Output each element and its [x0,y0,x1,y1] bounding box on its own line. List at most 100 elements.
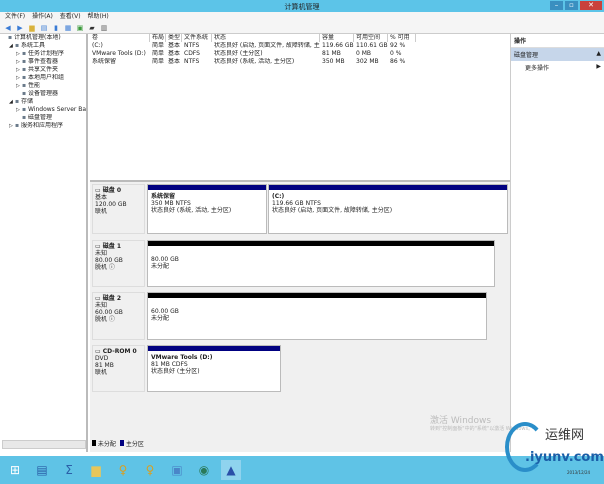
partition-bar [148,346,280,351]
tree-item[interactable]: ▷ ▪ 任务计划程序 [0,50,86,58]
tree-item[interactable]: ▪ 设备管理器 [0,90,86,98]
tree-horizontal-scrollbar[interactable] [2,440,86,449]
disk-label[interactable]: ▭ 磁盘 0 基本 120.00 GB 联机 [92,184,145,234]
folder-icon[interactable]: ▆ [28,24,36,32]
volume-cell: 基本 [168,50,181,57]
tree-item[interactable]: ▷ ▪ 服务和应用程序 [0,122,86,130]
disk-tool-icon[interactable]: ♀ [113,460,133,480]
properties-icon[interactable]: ▣ [76,24,84,32]
legend-primary: 主分区 [119,440,144,449]
partition-primary[interactable]: VMware Tools (D:) 81 MB CDFS 状态良好 (主分区) [147,345,281,392]
volume-cell: 简单 [152,50,165,57]
column-header[interactable]: 卷 [90,34,150,42]
server-manager-icon[interactable]: ▤ [32,460,52,480]
volume-cell: 119.66 GB [322,42,354,49]
column-header[interactable]: 布局 [150,34,166,42]
volume-list-header: 卷布局 类型 文件系统 状态 容量 可用空间% 可用 [90,34,510,42]
volume-cell: 110.61 GB [356,42,388,49]
volume-cell: 0 MB [356,50,372,57]
partition-unallocated[interactable]: 60.00 GB 未分配 [147,292,487,340]
window-title: 计算机管理 [284,3,320,11]
column-header[interactable]: 容量 [320,34,354,42]
tree-node-icon: ▪ [22,82,27,89]
partition-unallocated[interactable]: 80.00 GB 未分配 [147,240,495,287]
close-button[interactable]: ✕ [580,1,602,10]
collapse-icon: ▲ [596,50,601,57]
export-icon[interactable]: ▰ [88,24,96,32]
tree-node-icon: ▪ [15,122,20,129]
volume-row[interactable]: 系统保留 简单 基本 NTFS 状态良好 (系统, 活动, 主分区) 350 MB 302 … [90,58,510,66]
network-icon[interactable]: ◉ [194,460,214,480]
tree-item[interactable]: ▷ ▪ 事件查看器 [0,58,86,66]
tree-node-icon: ▪ [8,34,13,41]
help-icon[interactable]: ▮ [52,24,60,32]
actions-header: 操作 [511,34,604,48]
volume-cell: NTFS [184,58,200,65]
volume-cell: 状态良好 (系统, 活动, 主分区) [214,58,295,65]
disk-icon: ▭ [95,348,101,355]
disk-label[interactable]: ▭ 磁盘 2 未知 60.00 GB 脱机 ⓘ [92,292,145,340]
volume-cell: 简单 [152,58,165,65]
console-icon[interactable]: ▤ [40,24,48,32]
view-icon[interactable]: ▦ [64,24,72,32]
volume-list: 卷布局 类型 文件系统 状态 容量 可用空间% 可用 (C:) 简单 基本 NTFS 状态良好 (… [90,34,510,178]
tree-item[interactable]: ▷ ▪ 本地用户和组 [0,74,86,82]
volume-cell: 系统保留 [92,58,117,65]
menu-view[interactable]: 查看(V) [60,13,81,20]
maximize-button[interactable]: ▫ [565,1,578,10]
menu-help[interactable]: 帮助(H) [88,13,109,20]
column-header[interactable]: 文件系统 [182,34,212,42]
tree-node-icon: ▪ [22,74,27,81]
volume-cell: (C:) [92,42,103,49]
column-header[interactable]: 类型 [166,34,182,42]
volume-cell: 302 MB [356,58,379,65]
column-header[interactable]: 可用空间 [354,34,388,42]
volume-cell: VMware Tools (D:) [92,50,146,57]
computer-management-icon[interactable]: ▲ [221,460,241,480]
disk-label[interactable]: ▭ CD-ROM 0 DVD 81 MB 联机 [92,345,145,392]
chevron-right-icon: ▶ [596,63,601,70]
menu-action[interactable]: 操作(A) [32,13,53,20]
partition-primary[interactable]: 系统保留 350 MB NTFS 状态良好 (系统, 活动, 主分区) [147,184,267,234]
tree-item[interactable]: ▪ 计算机管理(本地) [0,34,86,42]
minimize-button[interactable]: – [550,1,563,10]
tree-item[interactable]: ▷▪ Windows Server Back [0,106,86,114]
volume-cell: 基本 [168,58,181,65]
tree-node-icon: ▪ [22,106,27,113]
tree-node-icon: ▪ [22,50,27,57]
column-header[interactable]: % 可用 [388,34,416,42]
disk-label[interactable]: ▭ 磁盘 1 未知 80.00 GB 脱机 ⓘ [92,240,145,287]
explorer-icon[interactable]: ▆ [86,460,106,480]
volume-row[interactable]: VMware Tools (D:) 简单 基本 CDFS 状态良好 (主分区) 81 MB… [90,50,510,58]
menu-file[interactable]: 文件(F) [5,13,25,20]
column-header[interactable]: 状态 [212,34,320,42]
partition-primary[interactable]: (C:) 119.66 GB NTFS 状态良好 (启动, 页面文件, 故障转储, … [268,184,508,234]
tree-item[interactable]: ◢ ▪ 存储 [0,98,86,106]
disk-tool-icon-2[interactable]: ♀ [140,460,160,480]
volume-cell: 92 % [390,42,406,49]
start-icon[interactable]: ⊞ [5,460,25,480]
disk-icon: ▭ [95,295,101,302]
remote-desktop-icon[interactable]: ▣ [167,460,187,480]
tree-item[interactable]: ▷ ▪ 性能 [0,82,86,90]
tree-item[interactable]: ◢ ▪ 系统工具 [0,42,86,50]
powershell-icon[interactable]: Σ [59,460,79,480]
back-icon[interactable]: ◀ [4,24,12,32]
refresh-icon[interactable]: ▥ [100,24,108,32]
tree-item[interactable]: ▪ 磁盘管理 [0,114,86,122]
volume-cell: NTFS [184,42,200,49]
tree-node-icon: ▪ [22,90,27,97]
volume-cell: 86 % [390,58,406,65]
forward-icon[interactable]: ▶ [16,24,24,32]
volume-cell: 0 % [390,50,402,57]
volume-cell: CDFS [184,50,200,57]
tree-item[interactable]: ▷ ▪ 共享文件夹 [0,66,86,74]
actions-section-disk-management[interactable]: 磁盘管理 ▲ [511,48,604,61]
volume-cell: 基本 [168,42,181,49]
more-actions[interactable]: 更多操作 ▶ [511,61,604,74]
tree-node-icon: ▪ [15,98,20,105]
partition-bar [148,185,266,190]
volume-row[interactable]: (C:)简单基本NTFS状态良好 (启动, 页面文件, 故障转储, 主分区)11… [90,42,510,50]
actions-pane: 操作 磁盘管理 ▲ 更多操作 ▶ [510,34,604,452]
tree-node-icon: ▪ [22,58,27,65]
